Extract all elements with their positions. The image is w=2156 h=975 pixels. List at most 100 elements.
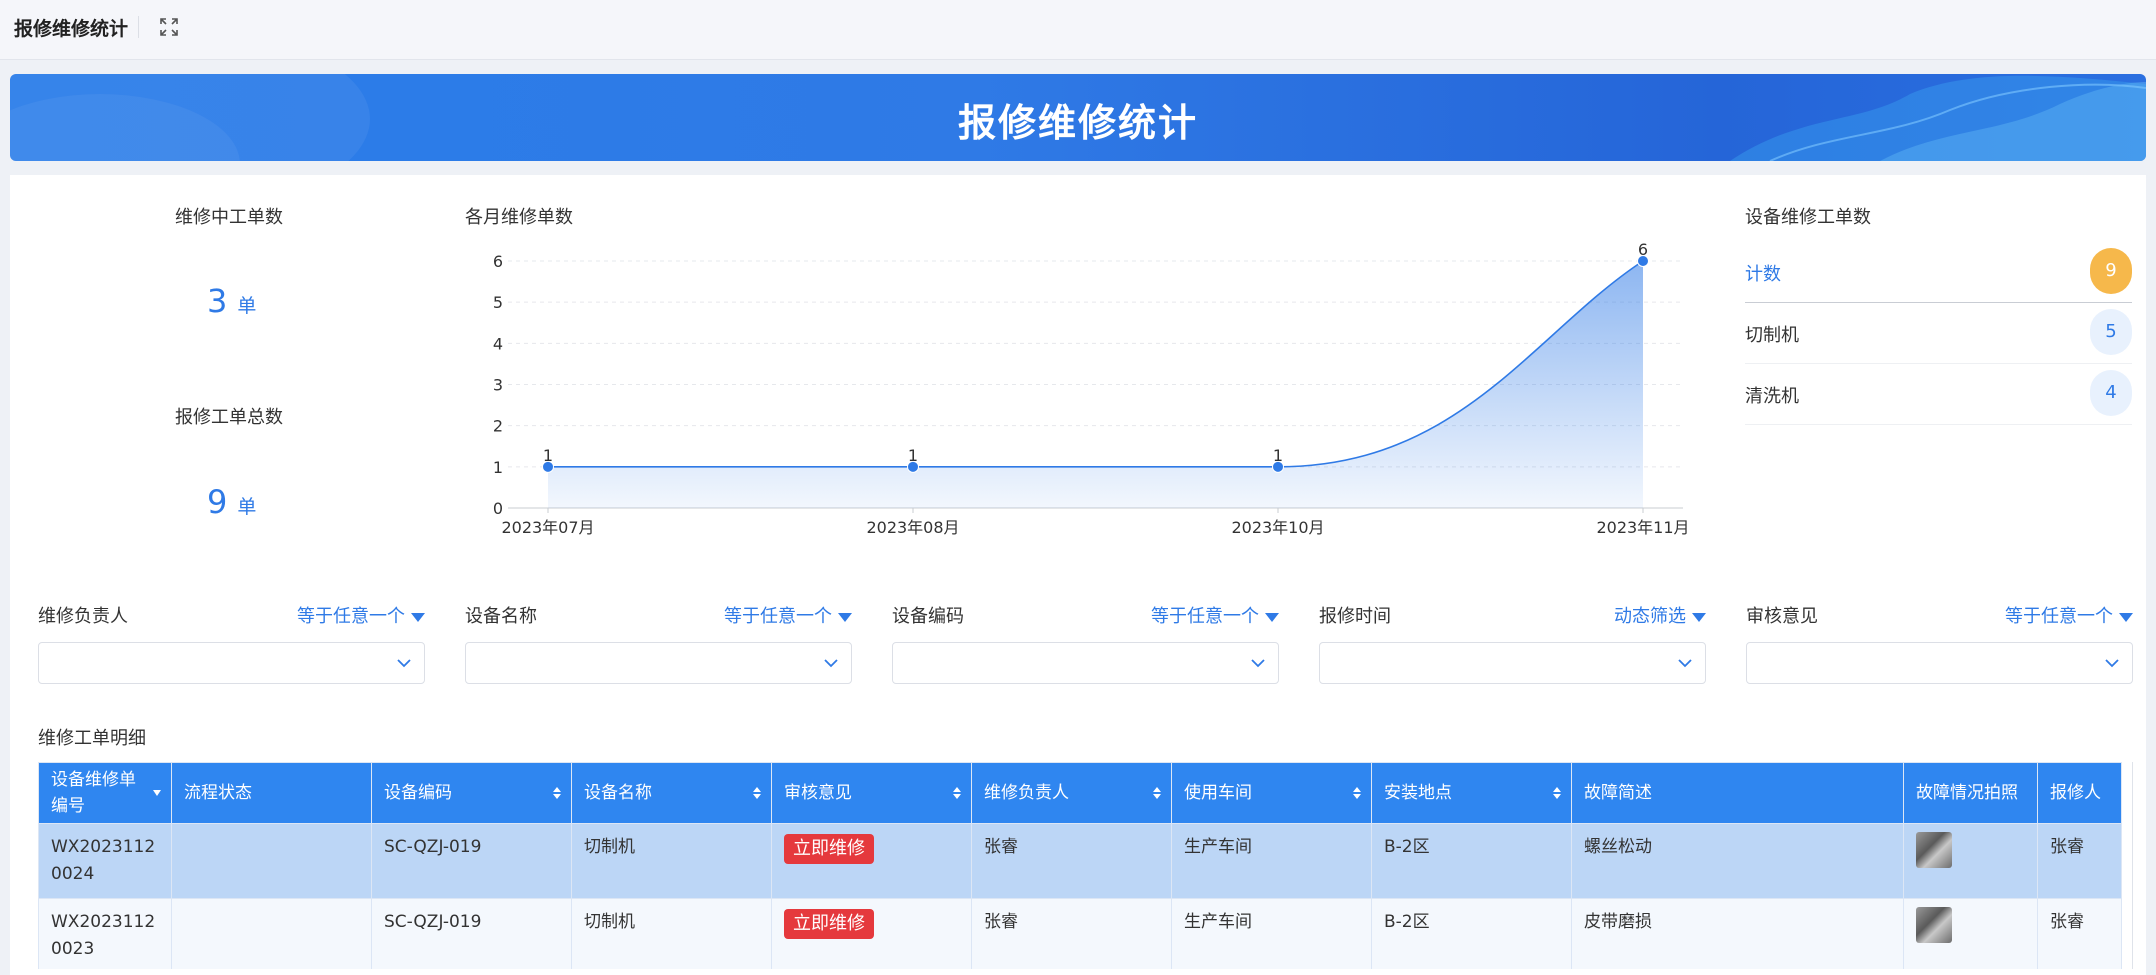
column-header-label: 报修人 — [2050, 783, 2101, 803]
divider — [138, 16, 139, 38]
column-header-location[interactable]: 安装地点 — [1371, 762, 1572, 824]
in-progress-unit: 单 — [237, 295, 257, 317]
chevron-down-icon — [1678, 659, 1692, 668]
column-header-review[interactable]: 审核意见 — [771, 762, 972, 824]
filter-select[interactable] — [892, 642, 1279, 684]
y-tick-label: 1 — [493, 458, 503, 477]
cell-order-no: WX20231120024 — [38, 823, 172, 899]
in-progress-label: 维修中工单数 — [175, 207, 283, 228]
column-header-reporter[interactable]: 报修人 — [2037, 762, 2122, 824]
cell-location: B-2区 — [1371, 823, 1572, 899]
filter-label: 设备编码 — [892, 606, 964, 627]
filter-select[interactable] — [1746, 642, 2133, 684]
filter-operator-text: 等于任意一个 — [724, 606, 832, 627]
in-progress-value: 3单 — [207, 282, 256, 320]
sort-icon[interactable] — [1553, 787, 1561, 799]
column-header-equipment-code[interactable]: 设备编码 — [371, 762, 572, 824]
total-unit: 单 — [237, 496, 257, 518]
column-header-label: 维修负责人 — [984, 783, 1069, 803]
column-header-photo[interactable]: 故障情况拍照 — [1903, 762, 2038, 824]
monthly-repair-chart: 0 1 2 3 4 5 6 1 2023年07月 1 2023年08月 1 2023年10月 6 2023年… — [493, 240, 1690, 537]
column-header-label: 故障简述 — [1584, 783, 1652, 803]
y-tick-label: 5 — [493, 293, 503, 312]
table-title: 维修工单明细 — [38, 728, 146, 749]
y-tick-label: 3 — [493, 376, 503, 395]
column-header-label: 安装地点 — [1384, 783, 1452, 803]
sort-icon[interactable] — [953, 787, 961, 799]
total-count: 9 — [207, 483, 228, 521]
column-header-order-no[interactable]: 设备维修单编号 — [38, 762, 172, 824]
cell-owner: 张睿 — [971, 898, 1172, 969]
filter-operator[interactable]: 等于任意一个 — [297, 602, 425, 628]
cell-equipment-code: SC-QZJ-019 — [371, 898, 572, 969]
rank-name: 计数 — [1745, 264, 1781, 285]
table-row[interactable]: WX20231120024 SC-QZJ-019 切制机 立即维修 张睿 生产车… — [38, 823, 2122, 899]
cell-equipment-name: 切制机 — [571, 898, 772, 969]
caret-down-icon — [411, 612, 425, 622]
sort-desc-icon[interactable] — [153, 787, 161, 799]
cell-fault: 螺丝松动 — [1571, 823, 1904, 899]
table-row[interactable]: WX20231120023 SC-QZJ-019 切制机 立即维修 张睿 生产车… — [38, 898, 2122, 969]
total-value: 9单 — [207, 483, 256, 521]
fullscreen-icon[interactable] — [158, 16, 180, 38]
cell-reporter: 张睿 — [2037, 823, 2122, 899]
rank-name: 清洗机 — [1745, 386, 1799, 407]
review-tag: 立即维修 — [784, 834, 874, 864]
top-bar: 报修维修统计 — [0, 0, 2156, 60]
y-tick-label: 6 — [493, 252, 503, 271]
in-progress-count: 3 — [207, 282, 228, 320]
data-label: 1 — [908, 446, 918, 465]
fault-photo-thumbnail[interactable] — [1916, 832, 1952, 868]
cell-reporter: 张睿 — [2037, 898, 2122, 969]
column-header-label: 设备名称 — [584, 783, 652, 803]
filter-operator[interactable]: 等于任意一个 — [2005, 602, 2133, 628]
rank-row-total[interactable]: 计数 9 — [1745, 242, 2132, 303]
cell-status — [171, 823, 372, 899]
table-header-row: 设备维修单编号 流程状态 设备编码 设备名称 审核意见 维修负责人 使用车间 安… — [38, 762, 2122, 824]
equipment-rank-list: 计数 9 切制机 5 清洗机 4 — [1745, 242, 2132, 425]
sort-icon[interactable] — [1153, 787, 1161, 799]
caret-down-icon — [2119, 612, 2133, 622]
y-tick-label: 2 — [493, 417, 503, 436]
sort-icon[interactable] — [1353, 787, 1361, 799]
total-label: 报修工单总数 — [175, 407, 283, 428]
app-title: 报修维修统计 — [14, 18, 129, 40]
dashboard-banner: 报修维修统计 — [10, 74, 2146, 161]
x-tick-label: 2023年11月 — [1596, 518, 1689, 537]
data-label: 6 — [1638, 240, 1648, 259]
filter-select[interactable] — [465, 642, 852, 684]
fault-photo-thumbnail[interactable] — [1916, 907, 1952, 943]
rank-row-washer[interactable]: 清洗机 4 — [1745, 364, 2132, 425]
y-tick-label: 4 — [493, 334, 503, 353]
filter-select[interactable] — [38, 642, 425, 684]
column-header-owner[interactable]: 维修负责人 — [971, 762, 1172, 824]
filter-label: 设备名称 — [465, 606, 537, 627]
cell-workshop: 生产车间 — [1171, 898, 1372, 969]
sort-icon[interactable] — [553, 787, 561, 799]
filter-operator-text: 等于任意一个 — [297, 606, 405, 627]
column-header-workshop[interactable]: 使用车间 — [1171, 762, 1372, 824]
column-header-fault[interactable]: 故障简述 — [1571, 762, 1904, 824]
filter-operator[interactable]: 动态筛选 — [1614, 602, 1706, 628]
filter-operator[interactable]: 等于任意一个 — [724, 602, 852, 628]
column-header-status[interactable]: 流程状态 — [171, 762, 372, 824]
x-tick-label: 2023年08月 — [866, 518, 959, 537]
filter-operator[interactable]: 等于任意一个 — [1151, 602, 1279, 628]
rank-count-badge: 5 — [2090, 309, 2132, 355]
cell-review: 立即维修 — [771, 823, 972, 899]
filter-select[interactable] — [1319, 642, 1706, 684]
rank-title: 设备维修工单数 — [1745, 207, 1871, 228]
sort-icon[interactable] — [753, 787, 761, 799]
column-header-label: 设备编码 — [384, 783, 452, 803]
cell-fault: 皮带磨损 — [1571, 898, 1904, 969]
caret-down-icon — [1265, 612, 1279, 622]
rank-count-badge: 4 — [2090, 370, 2132, 416]
column-header-equipment-name[interactable]: 设备名称 — [571, 762, 772, 824]
chevron-down-icon — [397, 659, 411, 668]
caret-down-icon — [1692, 612, 1706, 622]
filter-operator-text: 动态筛选 — [1614, 606, 1686, 627]
rank-row-cutter[interactable]: 切制机 5 — [1745, 303, 2132, 364]
cell-workshop: 生产车间 — [1171, 823, 1372, 899]
cell-review: 立即维修 — [771, 898, 972, 969]
column-header-label: 审核意见 — [784, 783, 852, 803]
